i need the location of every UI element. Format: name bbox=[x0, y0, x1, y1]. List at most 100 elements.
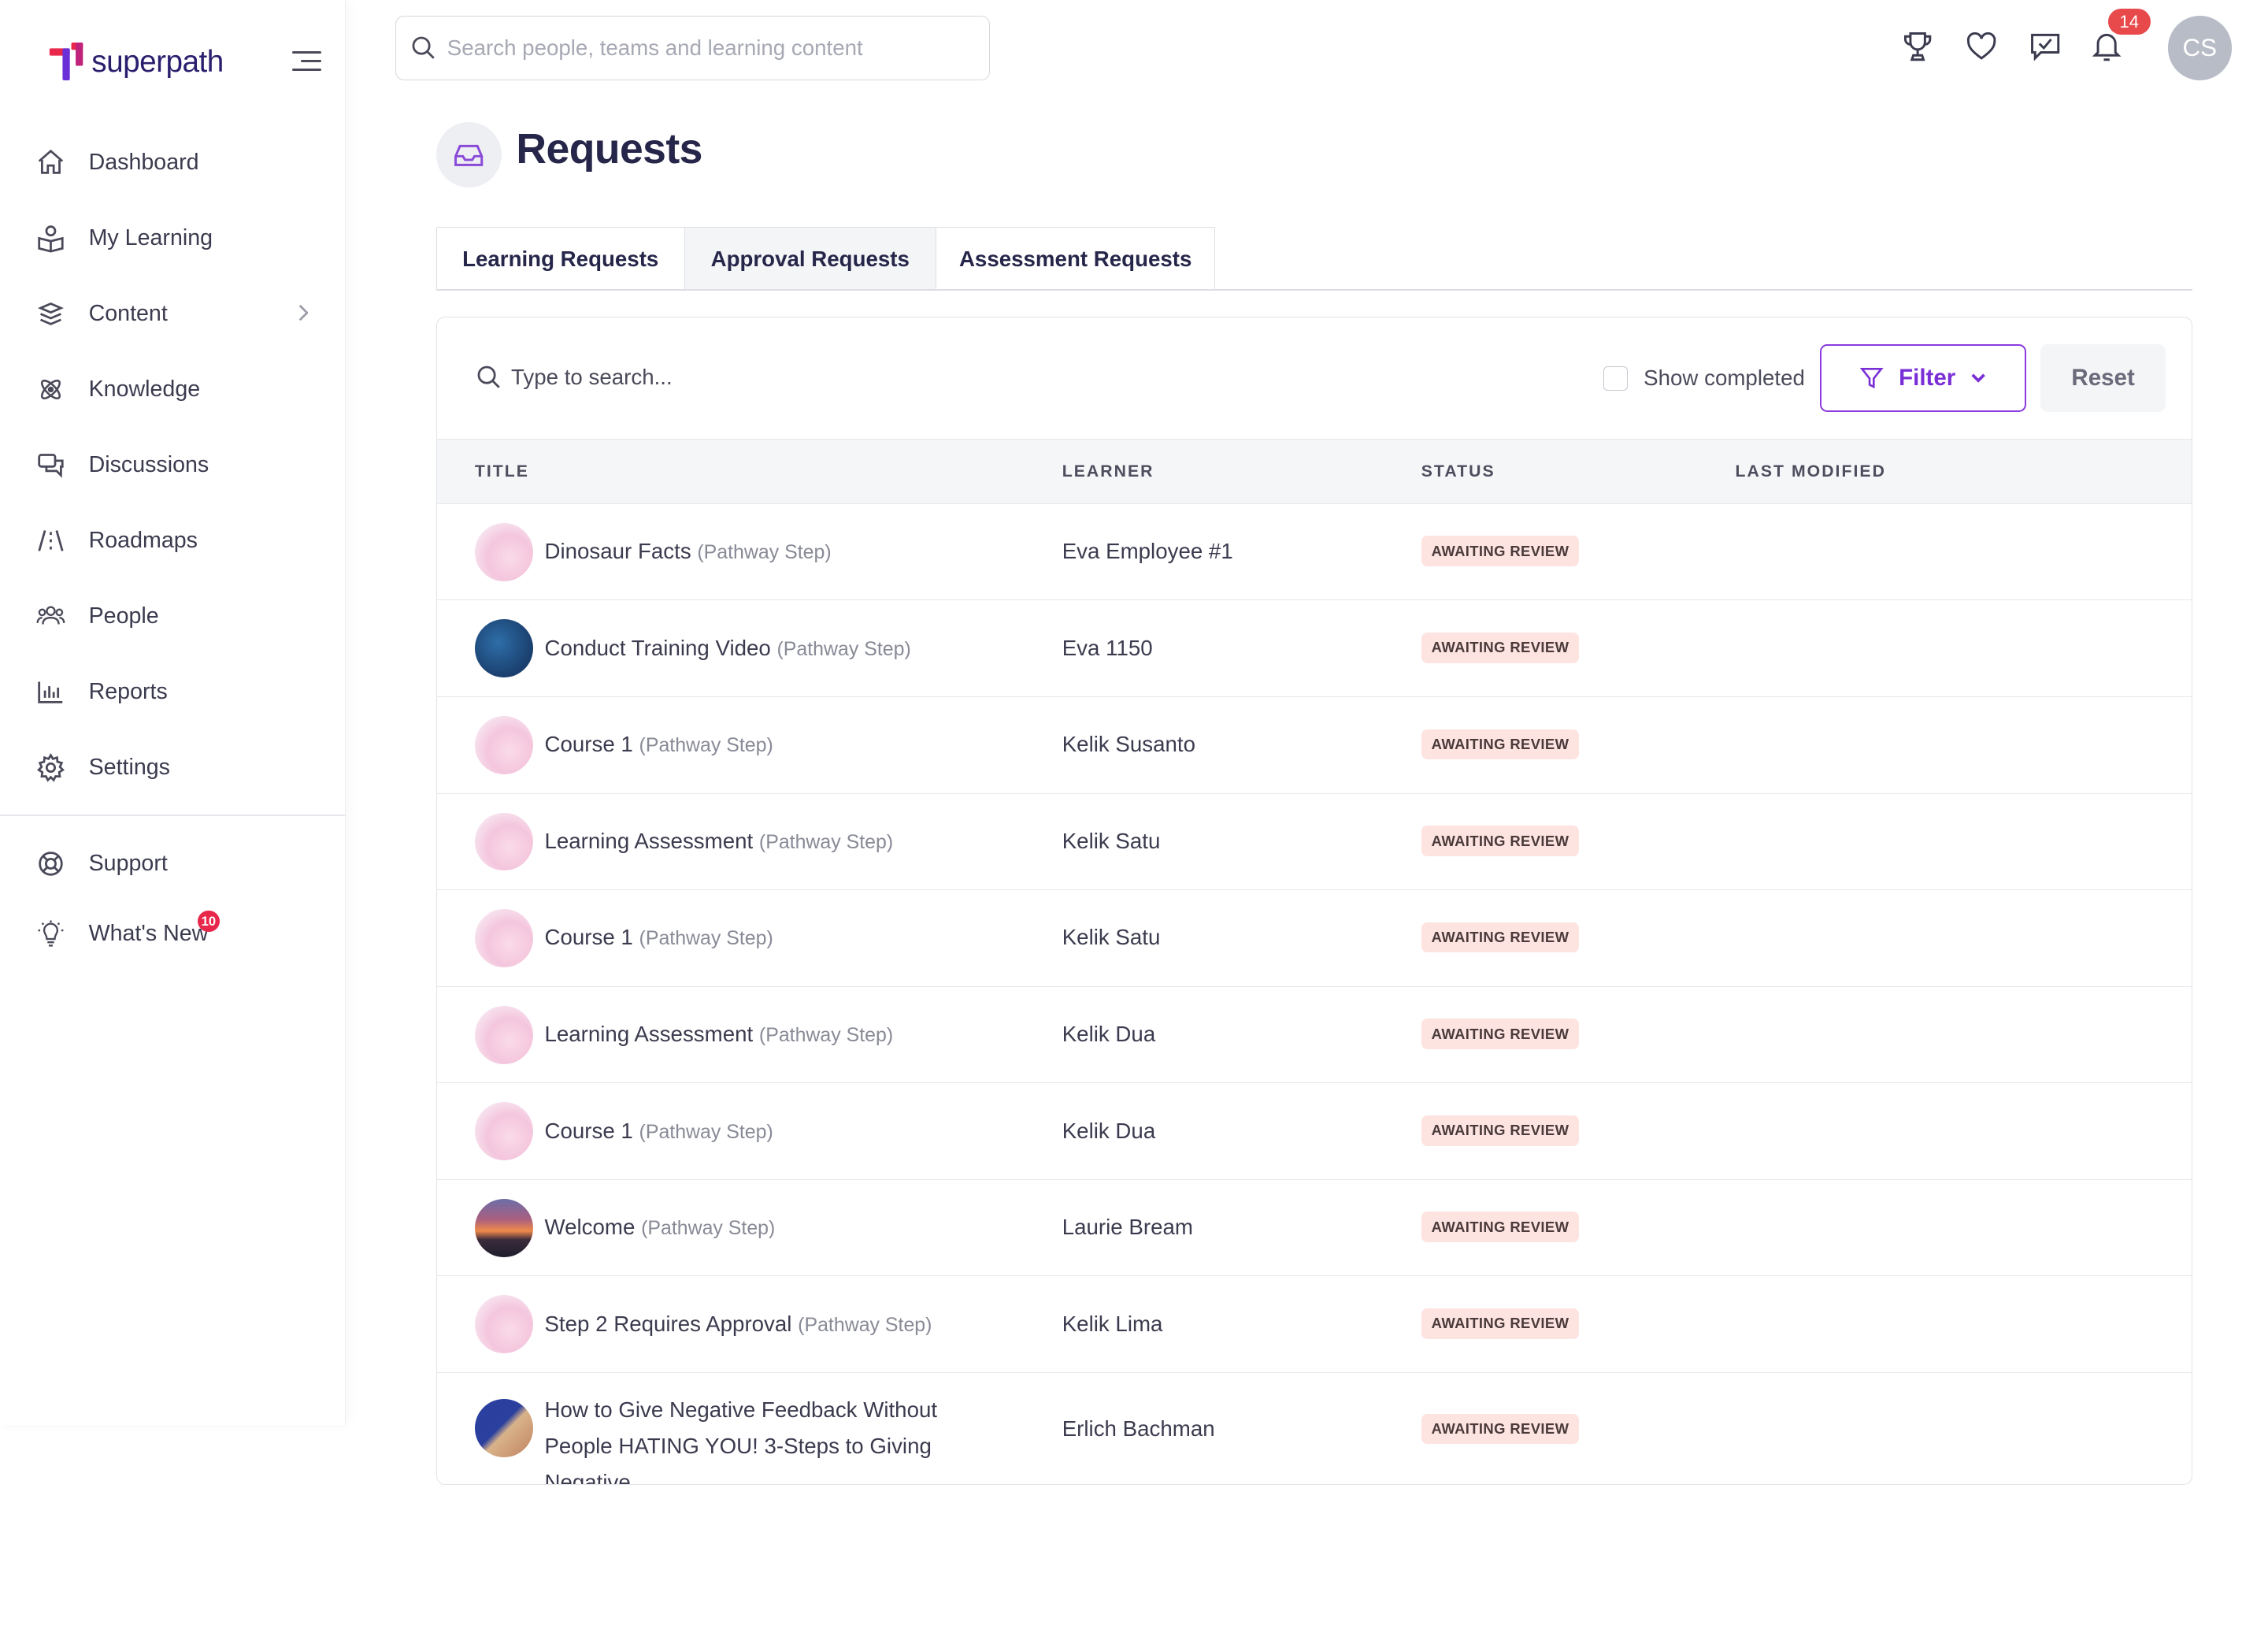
sidebar-item-label: My Learning bbox=[88, 225, 213, 251]
show-completed-checkbox[interactable] bbox=[1603, 366, 1628, 391]
chevron-right-icon bbox=[298, 304, 309, 321]
row-title[interactable]: Course 1 (Pathway Step) bbox=[544, 925, 773, 950]
sidebar-item-roadmaps[interactable]: Roadmaps bbox=[0, 503, 346, 579]
status-badge: AWAITING REVIEW bbox=[1421, 729, 1580, 760]
content-thumbnail bbox=[474, 715, 533, 774]
heart-icon[interactable] bbox=[1964, 29, 1999, 64]
table-row[interactable]: Welcome (Pathway Step) Laurie Bream AWAI… bbox=[436, 1180, 2192, 1277]
column-header-learner[interactable]: LEARNER bbox=[1062, 462, 1154, 481]
filter-icon bbox=[1860, 368, 1884, 389]
row-learner: Kelik Susanto bbox=[1062, 732, 1196, 757]
tab-assessment-requests[interactable]: Assessment Requests bbox=[936, 227, 1216, 291]
row-learner: Kelik Satu bbox=[1062, 828, 1161, 853]
user-avatar[interactable]: CS bbox=[2167, 16, 2232, 80]
sidebar-item-label: Knowledge bbox=[88, 377, 201, 403]
content-thumbnail bbox=[474, 1198, 533, 1257]
sidebar-item-label: Content bbox=[88, 301, 168, 327]
row-title[interactable]: Learning Assessment (Pathway Step) bbox=[544, 829, 893, 854]
sidebar-item-knowledge[interactable]: Knowledge bbox=[0, 352, 346, 428]
table-body: Dinosaur Facts (Pathway Step) Eva Employ… bbox=[436, 504, 2192, 1484]
sidebar-item-label: Support bbox=[88, 851, 168, 877]
row-learner: Eva Employee #1 bbox=[1062, 539, 1233, 564]
sidebar-item-settings[interactable]: Settings bbox=[0, 730, 346, 806]
row-title[interactable]: Dinosaur Facts (Pathway Step) bbox=[544, 539, 831, 564]
atom-icon bbox=[36, 375, 65, 404]
sidebar-item-dashboard[interactable]: Dashboard bbox=[0, 125, 346, 201]
chart-icon bbox=[36, 677, 65, 707]
content-thumbnail bbox=[474, 1005, 533, 1064]
tabs-underline bbox=[435, 289, 2193, 291]
sidebar-item-reports[interactable]: Reports bbox=[0, 655, 346, 730]
table-row[interactable]: Course 1 (Pathway Step) Kelik Susanto AW… bbox=[436, 697, 2192, 794]
reset-button[interactable]: Reset bbox=[2040, 343, 2166, 413]
status-badge: AWAITING REVIEW bbox=[1421, 1212, 1580, 1243]
table-row[interactable]: Learning Assessment (Pathway Step) Kelik… bbox=[436, 794, 2192, 891]
column-header-status[interactable]: STATUS bbox=[1421, 462, 1495, 481]
table-row[interactable]: Learning Assessment (Pathway Step) Kelik… bbox=[436, 987, 2192, 1084]
sidebar-item-my-learning[interactable]: My Learning bbox=[0, 201, 346, 276]
table-row[interactable]: Dinosaur Facts (Pathway Step) Eva Employ… bbox=[436, 504, 2192, 601]
global-search[interactable] bbox=[395, 16, 991, 80]
column-header-title[interactable]: TITLE bbox=[475, 462, 529, 481]
row-title[interactable]: Conduct Training Video (Pathway Step) bbox=[544, 636, 910, 661]
global-search-input[interactable] bbox=[447, 35, 971, 61]
row-learner: Kelik Satu bbox=[1062, 925, 1161, 950]
row-title[interactable]: Course 1 (Pathway Step) bbox=[544, 1119, 773, 1144]
chevron-down-icon bbox=[1971, 373, 1985, 383]
table-search[interactable] bbox=[476, 364, 947, 390]
filter-label: Filter bbox=[1899, 365, 1956, 391]
whats-new-badge: 10 bbox=[198, 910, 220, 933]
show-completed-toggle[interactable]: Show completed bbox=[1603, 366, 1805, 391]
inbox-icon bbox=[435, 122, 502, 188]
logo-text: superpath bbox=[91, 45, 224, 80]
requests-card: Show completed Filter Reset TITLE LEARNE… bbox=[435, 317, 2193, 1485]
sidebar-item-whats-new[interactable]: What's New 10 bbox=[0, 902, 346, 966]
row-title[interactable]: Welcome (Pathway Step) bbox=[544, 1215, 775, 1240]
column-header-last-modified[interactable]: LAST MODIFIED bbox=[1736, 462, 1886, 481]
request-tabs: Learning Requests Approval Requests Asse… bbox=[435, 227, 1216, 291]
table-row[interactable]: Course 1 (Pathway Step) Kelik Dua AWAITI… bbox=[436, 1083, 2192, 1180]
sidebar-item-content[interactable]: Content bbox=[0, 276, 346, 352]
sidebar-item-label: Settings bbox=[88, 755, 170, 781]
content-thumbnail bbox=[474, 909, 533, 967]
lifebuoy-icon bbox=[36, 849, 65, 878]
gear-icon bbox=[36, 753, 65, 782]
row-title[interactable]: How to Give Negative Feedback Without Pe… bbox=[544, 1392, 1010, 1484]
menu-toggle-icon[interactable] bbox=[292, 50, 321, 73]
filter-button[interactable]: Filter bbox=[1819, 343, 2026, 413]
chat-check-icon[interactable] bbox=[2028, 29, 2062, 64]
row-learner: Laurie Bream bbox=[1062, 1215, 1193, 1240]
home-icon bbox=[36, 148, 65, 177]
discussions-icon bbox=[36, 451, 65, 480]
table-search-input[interactable] bbox=[511, 364, 947, 390]
sidebar: superpath Dashboard My Learning Content bbox=[0, 0, 346, 1426]
content-thumbnail bbox=[474, 1295, 533, 1354]
table-header: TITLE LEARNER STATUS LAST MODIFIED bbox=[436, 438, 2192, 504]
sidebar-item-discussions[interactable]: Discussions bbox=[0, 428, 346, 503]
tab-approval-requests[interactable]: Approval Requests bbox=[684, 227, 936, 291]
sidebar-item-label: What's New bbox=[88, 920, 209, 946]
status-badge: AWAITING REVIEW bbox=[1421, 1413, 1580, 1445]
table-row[interactable]: Step 2 Requires Approval (Pathway Step) … bbox=[436, 1276, 2192, 1373]
sidebar-nav: Dashboard My Learning Content Knowledge bbox=[0, 125, 346, 806]
row-learner: Kelik Dua bbox=[1062, 1021, 1156, 1046]
row-title[interactable]: Step 2 Requires Approval (Pathway Step) bbox=[544, 1312, 932, 1337]
lightbulb-icon bbox=[36, 919, 65, 948]
tab-learning-requests[interactable]: Learning Requests bbox=[435, 227, 685, 291]
layers-icon bbox=[36, 299, 65, 328]
row-title[interactable]: Course 1 (Pathway Step) bbox=[544, 732, 773, 757]
table-row[interactable]: How to Give Negative Feedback Without Pe… bbox=[437, 1373, 2192, 1484]
row-learner: Kelik Dua bbox=[1062, 1118, 1156, 1143]
status-badge: AWAITING REVIEW bbox=[1421, 826, 1580, 856]
sidebar-item-support[interactable]: Support bbox=[0, 826, 346, 902]
road-icon bbox=[36, 526, 65, 555]
search-icon bbox=[412, 36, 435, 59]
content-thumbnail bbox=[474, 522, 533, 581]
table-row[interactable]: Conduct Training Video (Pathway Step) Ev… bbox=[436, 600, 2192, 697]
row-title[interactable]: Learning Assessment (Pathway Step) bbox=[544, 1022, 893, 1047]
table-row[interactable]: Course 1 (Pathway Step) Kelik Satu AWAIT… bbox=[436, 890, 2192, 987]
logo[interactable]: superpath bbox=[48, 41, 224, 84]
status-badge: AWAITING REVIEW bbox=[1421, 1115, 1580, 1146]
sidebar-item-people[interactable]: People bbox=[0, 579, 346, 655]
trophy-icon[interactable] bbox=[1900, 29, 1935, 64]
